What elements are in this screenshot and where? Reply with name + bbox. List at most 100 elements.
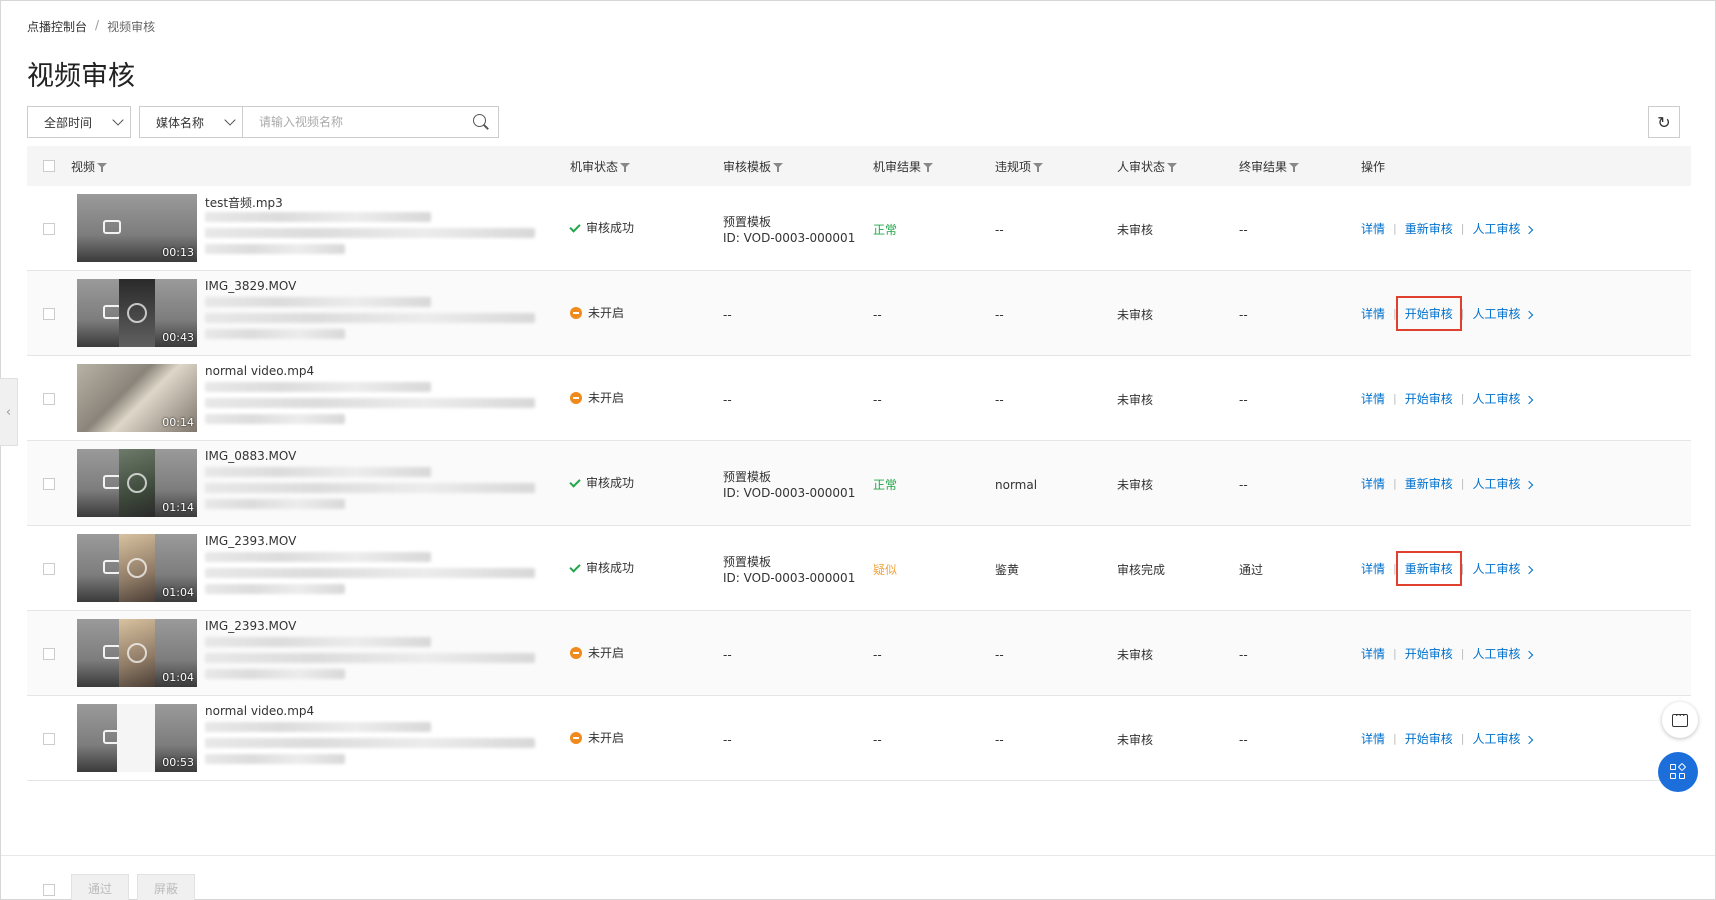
- column-header-machine-result[interactable]: 机审结果: [873, 158, 934, 175]
- column-header-human-status[interactable]: 人审状态: [1117, 158, 1178, 175]
- column-header-final-result[interactable]: 终审结果: [1239, 158, 1300, 175]
- chevron-right-icon: [1525, 310, 1534, 320]
- batch-approve-button[interactable]: 通过: [71, 874, 129, 900]
- row-actions: 详情 | 重新审核 | 人工审核: [1361, 220, 1534, 237]
- filter-icon[interactable]: [773, 162, 784, 172]
- redacted-text: [205, 637, 431, 647]
- search-input[interactable]: [259, 115, 459, 129]
- video-duration: 01:14: [162, 501, 194, 514]
- filter-icon[interactable]: [1289, 162, 1300, 172]
- time-filter-select[interactable]: 全部时间: [27, 106, 131, 138]
- row-checkbox[interactable]: [43, 563, 55, 575]
- human-review-link[interactable]: 人工审核: [1472, 390, 1534, 407]
- filter-icon[interactable]: [620, 162, 631, 172]
- review-link[interactable]: 重新审核: [1405, 475, 1453, 492]
- video-thumbnail[interactable]: 00:53: [77, 704, 197, 772]
- video-duration: 00:14: [162, 416, 194, 429]
- review-link[interactable]: 重新审核: [1405, 220, 1453, 237]
- column-header-violation[interactable]: 违规项: [995, 158, 1044, 175]
- search-field-select[interactable]: 媒体名称: [139, 106, 242, 138]
- redacted-text: [205, 382, 431, 392]
- time-filter-value: 全部时间: [44, 115, 93, 130]
- detail-link[interactable]: 详情: [1361, 305, 1385, 322]
- apps-button[interactable]: [1658, 752, 1698, 792]
- column-header-template[interactable]: 审核模板: [723, 158, 784, 175]
- human-review-link[interactable]: 人工审核: [1472, 730, 1534, 747]
- machine-status-text: 未开启: [588, 306, 625, 320]
- redacted-text: [205, 738, 535, 748]
- review-link[interactable]: 开始审核: [1395, 296, 1462, 331]
- machine-result: --: [873, 733, 882, 747]
- machine-status-text: 审核成功: [586, 476, 635, 490]
- human-review-link[interactable]: 人工审核: [1472, 305, 1534, 322]
- review-link[interactable]: 开始审核: [1405, 390, 1453, 407]
- row-checkbox[interactable]: [43, 223, 55, 235]
- detail-link[interactable]: 详情: [1361, 220, 1385, 237]
- filter-icon[interactable]: [1167, 162, 1178, 172]
- video-thumbnail[interactable]: 00:43: [77, 279, 197, 347]
- redacted-text: [205, 669, 345, 679]
- filter-icon[interactable]: [1033, 162, 1044, 172]
- sidebar-toggle[interactable]: ‹: [0, 378, 18, 446]
- table-row: 00:53 normal video.mp4 未开启 -- -- -- 未审核 …: [27, 696, 1691, 781]
- redacted-text: [205, 313, 535, 323]
- row-actions: 详情 | 开始审核 | 人工审核: [1361, 730, 1534, 747]
- human-review-link[interactable]: 人工审核: [1472, 220, 1534, 237]
- refresh-button[interactable]: ↻: [1648, 106, 1680, 138]
- redacted-text: [205, 568, 535, 578]
- detail-link[interactable]: 详情: [1361, 730, 1385, 747]
- review-link[interactable]: 重新审核: [1395, 551, 1462, 586]
- video-name: IMG_2393.MOV: [205, 619, 297, 633]
- redacted-text: [205, 584, 345, 594]
- feedback-button[interactable]: [1662, 702, 1698, 738]
- row-checkbox[interactable]: [43, 308, 55, 320]
- video-thumbnail[interactable]: 00:14: [77, 364, 197, 432]
- violation-item: 鉴黄: [995, 563, 1020, 577]
- video-thumbnail[interactable]: 01:14: [77, 449, 197, 517]
- video-name: IMG_0883.MOV: [205, 449, 297, 463]
- video-name: IMG_3829.MOV: [205, 279, 297, 293]
- human-review-link[interactable]: 人工审核: [1472, 475, 1534, 492]
- video-thumbnail[interactable]: 01:04: [77, 619, 197, 687]
- video-thumbnail[interactable]: 00:13: [77, 194, 197, 262]
- chevron-right-icon: [1525, 395, 1534, 405]
- redacted-text: [205, 483, 535, 493]
- chevron-right-icon: [1525, 480, 1534, 490]
- check-icon: [569, 475, 581, 488]
- detail-link[interactable]: 详情: [1361, 560, 1385, 577]
- machine-status: 审核成功: [569, 220, 634, 236]
- play-icon: [127, 473, 147, 493]
- redacted-text: [205, 552, 431, 562]
- row-checkbox[interactable]: [43, 648, 55, 660]
- chevron-right-icon: [1525, 735, 1534, 745]
- review-template: --: [723, 307, 732, 323]
- machine-result: --: [873, 648, 882, 662]
- row-checkbox[interactable]: [43, 478, 55, 490]
- check-icon: [569, 560, 581, 573]
- batch-block-button[interactable]: 屏蔽: [137, 874, 195, 900]
- violation-item: --: [995, 393, 1004, 407]
- table-row: 01:14 IMG_0883.MOV 审核成功 预置模板 ID: VOD-000…: [27, 441, 1691, 526]
- chevron-down-icon: [112, 114, 124, 126]
- human-review-status: 未审核: [1117, 648, 1154, 662]
- human-review-link[interactable]: 人工审核: [1472, 560, 1534, 577]
- breadcrumb-current: 视频审核: [107, 20, 156, 34]
- review-template: 预置模板 ID: VOD-0003-000001: [723, 214, 855, 246]
- review-link[interactable]: 开始审核: [1405, 730, 1453, 747]
- breadcrumb-root[interactable]: 点播控制台: [27, 18, 87, 35]
- column-header-machine-status[interactable]: 机审状态: [570, 158, 631, 175]
- row-checkbox[interactable]: [43, 393, 55, 405]
- detail-link[interactable]: 详情: [1361, 390, 1385, 407]
- video-thumbnail[interactable]: 01:04: [77, 534, 197, 602]
- detail-link[interactable]: 详情: [1361, 645, 1385, 662]
- column-header-video[interactable]: 视频: [71, 158, 108, 175]
- search-icon[interactable]: [472, 113, 490, 131]
- filter-icon[interactable]: [923, 162, 934, 172]
- batch-select-checkbox[interactable]: [43, 884, 55, 896]
- filter-icon[interactable]: [97, 162, 108, 172]
- review-link[interactable]: 开始审核: [1405, 645, 1453, 662]
- row-checkbox[interactable]: [43, 733, 55, 745]
- human-review-link[interactable]: 人工审核: [1472, 645, 1534, 662]
- select-all-checkbox[interactable]: [43, 160, 55, 172]
- detail-link[interactable]: 详情: [1361, 475, 1385, 492]
